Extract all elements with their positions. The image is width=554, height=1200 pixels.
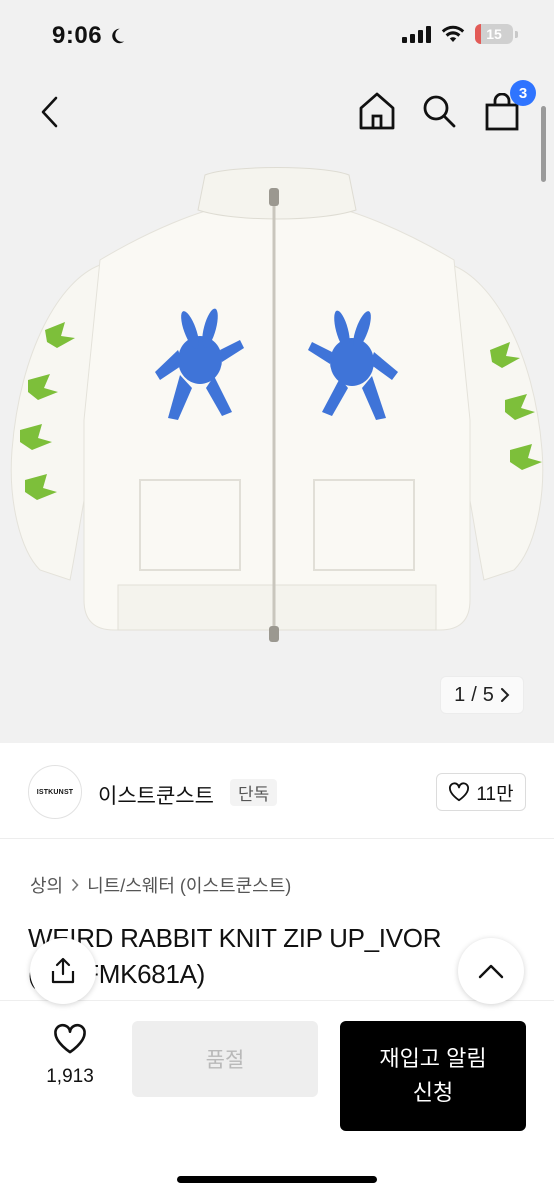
back-button[interactable] bbox=[30, 92, 70, 132]
search-button[interactable] bbox=[418, 90, 460, 132]
brand-like-count: 11만 bbox=[476, 783, 514, 805]
bottom-action-bar: 1,913 품절 재입고 알림 신청 bbox=[0, 1000, 554, 1200]
share-button[interactable] bbox=[30, 938, 96, 1004]
wishlist-button[interactable]: 1,913 bbox=[38, 1023, 102, 1088]
gallery-pager[interactable]: 1 / 5 bbox=[440, 676, 524, 714]
wifi-icon bbox=[441, 25, 465, 42]
cellular-signal-icon bbox=[402, 25, 431, 43]
cart-button[interactable]: 3 bbox=[482, 80, 536, 132]
battery-level: 15 bbox=[486, 26, 502, 42]
chevron-up-icon bbox=[478, 964, 504, 979]
breadcrumb-category[interactable]: 상의 bbox=[30, 872, 63, 898]
home-icon bbox=[359, 92, 395, 130]
breadcrumb: 상의 니트/스웨터 (이스트쿤스트) bbox=[30, 872, 291, 898]
pager-current: 1 bbox=[454, 683, 466, 706]
pager-total: 5 bbox=[482, 683, 494, 706]
status-time: 9:06 bbox=[52, 22, 126, 50]
status-bar: 9:06 15 bbox=[0, 0, 554, 74]
share-icon bbox=[51, 957, 75, 984]
exclusive-badge: 단독 bbox=[230, 779, 278, 806]
heart-icon bbox=[54, 1023, 86, 1054]
heart-icon bbox=[449, 782, 470, 802]
chevron-right-icon bbox=[72, 878, 79, 892]
moon-icon bbox=[112, 28, 125, 44]
product-image[interactable] bbox=[0, 150, 554, 650]
home-indicator bbox=[177, 1176, 377, 1183]
chevron-right-icon bbox=[500, 688, 510, 702]
restock-alert-button[interactable]: 재입고 알림 신청 bbox=[340, 1021, 526, 1131]
top-navigation: 3 bbox=[0, 74, 554, 154]
breadcrumb-subcategory[interactable]: 니트/스웨터 (이스트쿤스트) bbox=[87, 872, 291, 898]
scrollbar[interactable] bbox=[541, 106, 546, 182]
scroll-to-top-button[interactable] bbox=[458, 938, 524, 1004]
brand-name[interactable]: 이스트쿤스트 bbox=[98, 780, 214, 810]
brand-row: ISTKUNST 이스트쿤스트 단독 11만 bbox=[0, 743, 554, 839]
battery-icon: 15 bbox=[475, 24, 513, 44]
wishlist-count: 1,913 bbox=[46, 1066, 94, 1087]
brand-logo[interactable]: ISTKUNST bbox=[28, 765, 82, 819]
cart-count-badge: 3 bbox=[510, 80, 536, 106]
brand-like-button[interactable]: 11만 bbox=[436, 773, 526, 811]
clock-text: 9:06 bbox=[52, 22, 103, 49]
chevron-left-icon bbox=[41, 96, 58, 128]
search-icon bbox=[423, 95, 456, 128]
soldout-button[interactable]: 품절 bbox=[132, 1021, 318, 1097]
status-indicators: 15 bbox=[402, 24, 518, 44]
pager-separator: / bbox=[471, 683, 477, 706]
home-button[interactable] bbox=[356, 90, 398, 132]
